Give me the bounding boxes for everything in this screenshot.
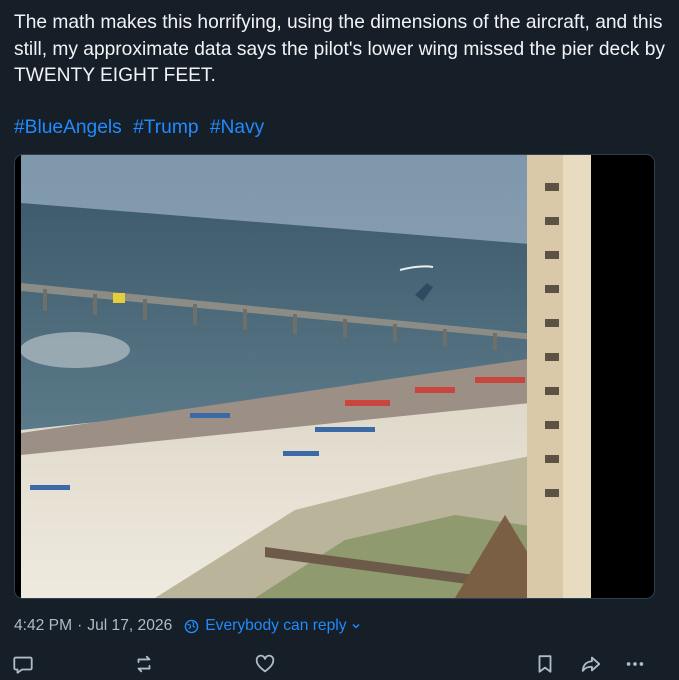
globe-icon	[184, 619, 199, 633]
post-text: The math makes this horrifying, using th…	[14, 12, 665, 86]
hashtag-blueangels[interactable]: #BlueAngels	[14, 117, 122, 138]
bookmark-button[interactable]	[532, 651, 558, 677]
action-bar	[0, 648, 679, 680]
chevron-down-icon	[352, 623, 360, 629]
heart-icon	[255, 654, 275, 673]
hashtag-trump[interactable]: #Trump	[133, 117, 198, 138]
repost-icon	[137, 655, 151, 673]
post-meta: 4:42 PM · Jul 17, 2026 Everybody can rep…	[14, 615, 367, 637]
repost-button[interactable]	[131, 651, 157, 677]
more-options-button[interactable]	[622, 651, 648, 677]
hashtags: #BlueAngels #Trump #Navy	[14, 115, 270, 141]
bookmark-icon	[538, 655, 552, 673]
beach-pier-photo	[15, 155, 654, 598]
reply-setting-button[interactable]: Everybody can reply	[184, 617, 366, 635]
post-time[interactable]: 4:42 PM	[14, 617, 72, 635]
share-arrow-icon	[581, 656, 601, 672]
like-button[interactable]	[252, 651, 278, 677]
post-date[interactable]: Jul 17, 2026	[87, 617, 172, 635]
reply-setting-label: Everybody can reply	[205, 617, 347, 634]
speech-bubble-icon	[13, 656, 33, 674]
ellipsis-icon	[626, 662, 644, 666]
reply-button[interactable]	[10, 651, 36, 677]
post-image[interactable]	[14, 154, 655, 599]
share-button[interactable]	[578, 651, 604, 677]
meta-separator: ·	[77, 617, 83, 634]
hashtag-navy[interactable]: #Navy	[210, 117, 264, 138]
